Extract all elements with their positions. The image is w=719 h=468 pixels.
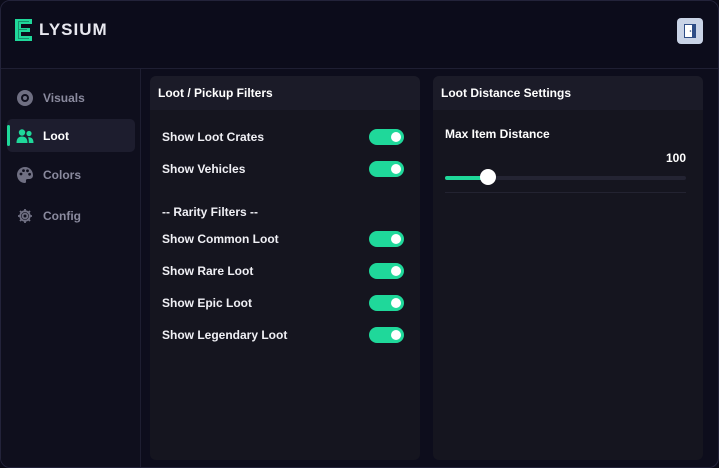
gear-icon bbox=[15, 206, 35, 226]
sidebar-item-label: Visuals bbox=[43, 90, 85, 105]
slider-handle[interactable] bbox=[480, 169, 497, 185]
logo-e-icon bbox=[13, 17, 35, 43]
toggle-label: Show Legendary Loot bbox=[162, 328, 288, 342]
slider-value: 100 bbox=[665, 151, 686, 165]
brand-name: LYSIUM bbox=[39, 20, 108, 39]
vehicles-toggle[interactable] bbox=[369, 161, 404, 177]
rare-loot-toggle[interactable] bbox=[369, 263, 404, 279]
legendary-loot-toggle[interactable] bbox=[369, 327, 404, 343]
header-bar: LYSIUM bbox=[1, 1, 718, 69]
app-window: LYSIUM Visuals Loot Colors Config Loot /… bbox=[0, 0, 719, 468]
toggle-row-epic: Show Epic Loot bbox=[162, 294, 404, 312]
slider-label: Max Item Distance bbox=[445, 127, 550, 141]
toggle-label: Show Epic Loot bbox=[162, 296, 252, 310]
toggle-row-vehicles: Show Vehicles bbox=[162, 160, 404, 178]
epic-loot-toggle[interactable] bbox=[369, 295, 404, 311]
sidebar-item-loot[interactable]: Loot bbox=[7, 119, 135, 152]
sidebar-item-visuals[interactable]: Visuals bbox=[7, 81, 135, 114]
brand-logo: LYSIUM bbox=[13, 17, 108, 43]
panel-title: Loot Distance Settings bbox=[433, 76, 703, 110]
toggle-row-loot-crates: Show Loot Crates bbox=[162, 128, 404, 146]
divider bbox=[445, 192, 686, 193]
sidebar-item-colors[interactable]: Colors bbox=[7, 158, 135, 191]
loot-filters-panel: Loot / Pickup Filters Show Loot Crates S… bbox=[150, 76, 420, 460]
toggle-knob bbox=[391, 330, 401, 340]
panel-title: Loot / Pickup Filters bbox=[150, 76, 420, 110]
palette-icon bbox=[15, 165, 35, 185]
sidebar-item-label: Colors bbox=[43, 167, 82, 182]
sidebar-item-label: Config bbox=[43, 208, 81, 223]
max-distance-slider[interactable] bbox=[445, 169, 686, 185]
toggle-label: Show Vehicles bbox=[162, 162, 246, 176]
loot-crates-toggle[interactable] bbox=[369, 129, 404, 145]
toggle-knob bbox=[391, 298, 401, 308]
door-exit-button[interactable] bbox=[677, 18, 703, 44]
toggle-row-legendary: Show Legendary Loot bbox=[162, 326, 404, 344]
toggle-knob bbox=[391, 164, 401, 174]
toggle-knob bbox=[391, 234, 401, 244]
rarity-filters-header: -- Rarity Filters -- bbox=[162, 205, 259, 219]
toggle-knob bbox=[391, 132, 401, 142]
sidebar-item-config[interactable]: Config bbox=[7, 199, 135, 232]
active-indicator bbox=[7, 125, 10, 146]
toggle-label: Show Rare Loot bbox=[162, 264, 254, 278]
toggle-knob bbox=[391, 266, 401, 276]
toggle-row-rare: Show Rare Loot bbox=[162, 262, 404, 280]
toggle-label: Show Common Loot bbox=[162, 232, 279, 246]
sidebar-item-label: Loot bbox=[43, 128, 69, 143]
door-icon bbox=[684, 24, 696, 38]
toggle-label: Show Loot Crates bbox=[162, 130, 265, 144]
sidebar: Visuals Loot Colors Config bbox=[1, 69, 141, 467]
toggle-row-common: Show Common Loot bbox=[162, 230, 404, 248]
users-icon bbox=[15, 126, 35, 146]
eye-icon bbox=[15, 88, 35, 108]
common-loot-toggle[interactable] bbox=[369, 231, 404, 247]
loot-distance-panel: Loot Distance Settings Max Item Distance… bbox=[433, 76, 703, 460]
